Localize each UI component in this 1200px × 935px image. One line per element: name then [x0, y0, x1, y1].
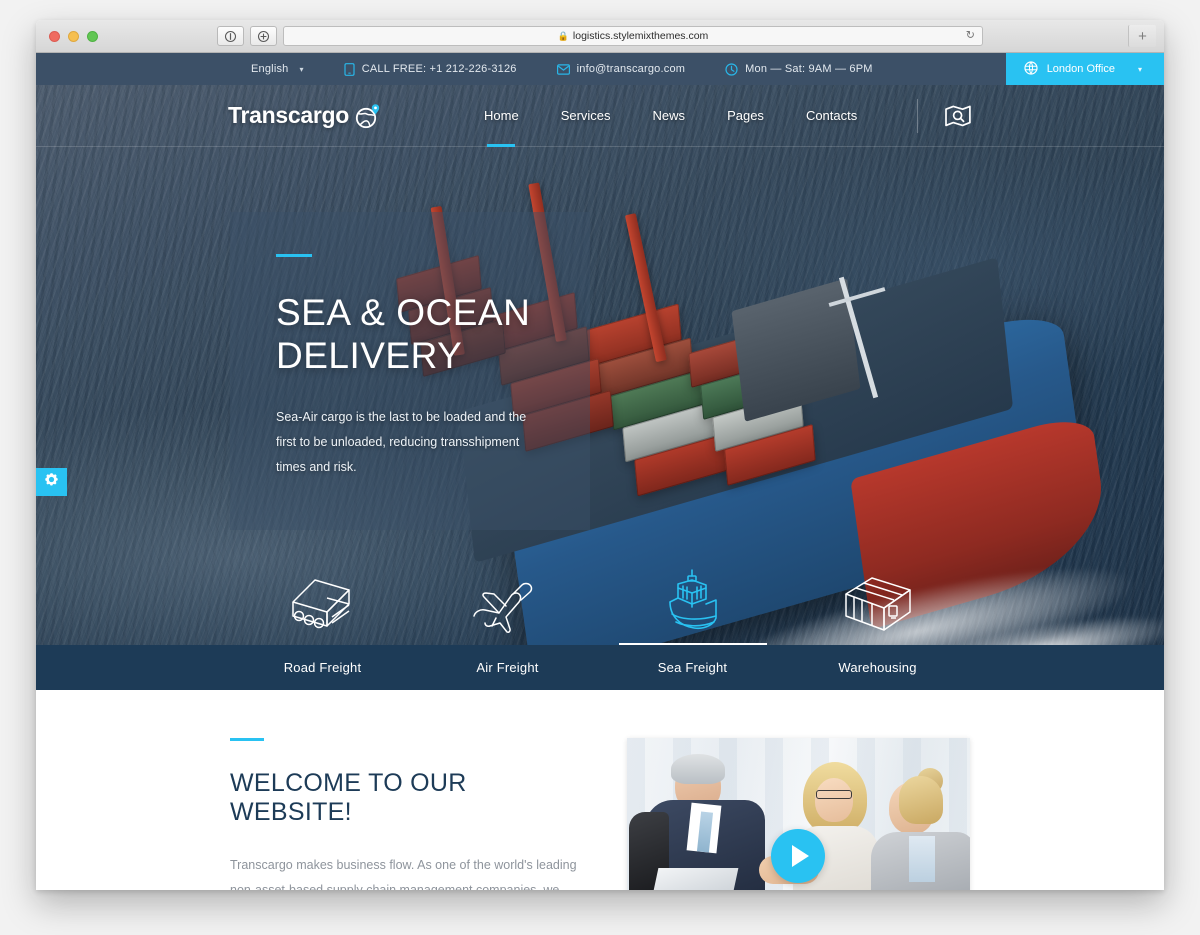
chevron-down-icon: ▾: [1137, 64, 1142, 74]
email-info[interactable]: info@transcargo.com: [537, 53, 706, 85]
hero-title: SEA & OCEAN DELIVERY: [276, 292, 531, 377]
lock-icon: 🔒: [557, 30, 569, 41]
service-icon-sea-freight[interactable]: [600, 545, 785, 645]
service-icon-warehousing[interactable]: [785, 545, 970, 645]
video-person-woman1-glasses: [815, 790, 852, 799]
welcome-paragraph: Transcargo makes business flow. As one o…: [230, 858, 577, 890]
clock-icon: [725, 62, 738, 76]
service-icon-road-freight[interactable]: [230, 545, 415, 645]
video-person-woman1-face: [814, 778, 853, 822]
service-tab-road-freight[interactable]: Road Freight: [230, 645, 415, 690]
site-logo[interactable]: Transcargo: [228, 101, 383, 131]
chevron-down-icon: ▾: [299, 64, 304, 74]
window-traffic-lights: [36, 30, 98, 42]
nav-item-services[interactable]: Services: [540, 85, 632, 147]
email-label: info@transcargo.com: [576, 63, 686, 75]
hero-section: Transcargo Home Services News Pages Cont…: [36, 85, 1164, 690]
video-person-woman2-shirt: [908, 836, 935, 882]
service-tab-warehousing[interactable]: Warehousing: [785, 645, 970, 690]
hours-info: Mon — Sat: 9AM — 6PM: [705, 53, 892, 85]
nav-item-home[interactable]: Home: [463, 85, 540, 147]
browser-chrome: 🔒 logistics.stylemixthemes.com ↻ +: [36, 20, 1164, 53]
office-selector[interactable]: London Office ▾: [1005, 53, 1164, 85]
play-icon: [792, 845, 810, 868]
browser-toolbar: 🔒 logistics.stylemixthemes.com ↻: [217, 26, 983, 46]
nav-item-pages[interactable]: Pages: [706, 85, 785, 147]
service-icons-row: [36, 545, 1164, 645]
nav-menu: Home Services News Pages Contacts: [463, 85, 878, 147]
sidebar-toggle-icon[interactable]: [217, 26, 244, 46]
theme-settings-button[interactable]: [36, 468, 67, 496]
nav-right-group: [917, 98, 972, 133]
video-person-woman2-hair: [898, 776, 943, 824]
office-label: London Office: [1046, 63, 1115, 75]
phone-info[interactable]: CALL FREE: +1 212-226-3126: [324, 53, 537, 85]
utility-topbar: English ▾ CALL FREE: +1 212-226-3126 inf…: [36, 53, 1164, 85]
minimize-window-button[interactable]: [68, 30, 79, 42]
ship-icon: [656, 566, 730, 639]
hero-accent-rule: [276, 254, 312, 257]
close-window-button[interactable]: [49, 30, 60, 42]
welcome-video-thumbnail[interactable]: [626, 738, 970, 890]
welcome-accent-rule: [230, 738, 264, 741]
maximize-window-button[interactable]: [87, 30, 98, 42]
hero-content-card: SEA & OCEAN DELIVERY Sea-Air cargo is th…: [230, 212, 590, 530]
language-label: English: [251, 63, 289, 75]
hours-label: Mon — Sat: 9AM — 6PM: [745, 63, 873, 75]
service-tab-air-freight[interactable]: Air Freight: [415, 645, 600, 690]
reload-icon[interactable]: ↻: [966, 30, 975, 42]
globe-pin-logo-icon: [353, 101, 383, 131]
browser-window: 🔒 logistics.stylemixthemes.com ↻ + Engli…: [36, 20, 1164, 890]
url-text: logistics.stylemixthemes.com: [572, 30, 709, 42]
phone-icon: [344, 62, 355, 76]
truck-icon: [285, 572, 361, 639]
hero-description: Sea-Air cargo is the last to be loaded a…: [276, 409, 527, 474]
airplane-icon: [468, 572, 548, 639]
play-video-button[interactable]: [771, 829, 826, 884]
add-tab-icon[interactable]: [250, 26, 277, 46]
envelope-icon: [556, 63, 570, 75]
video-laptop: [651, 868, 739, 890]
gear-icon: [44, 472, 59, 492]
nav-item-contacts[interactable]: Contacts: [785, 85, 878, 147]
nav-divider: [917, 98, 918, 133]
phone-label: CALL FREE: +1 212-226-3126: [361, 63, 517, 75]
service-tabs-bar: Road Freight Air Freight Sea Freight War…: [36, 645, 1164, 690]
main-navigation: Transcargo Home Services News Pages Cont…: [36, 85, 1164, 147]
service-tab-sea-freight[interactable]: Sea Freight: [600, 645, 785, 690]
welcome-section: WELCOME TO OUR WEBSITE! Transcargo makes…: [36, 690, 1164, 890]
video-person-man-hair: [670, 754, 725, 784]
service-icon-air-freight[interactable]: [415, 545, 600, 645]
logo-text: Transcargo: [228, 102, 349, 128]
globe-icon: [1024, 60, 1038, 78]
new-tab-button[interactable]: +: [1128, 25, 1156, 47]
warehouse-icon: [840, 572, 916, 639]
language-selector[interactable]: English ▾: [231, 53, 324, 85]
welcome-text-column: WELCOME TO OUR WEBSITE! Transcargo makes…: [230, 738, 583, 890]
map-search-icon[interactable]: [944, 104, 972, 128]
address-bar[interactable]: 🔒 logistics.stylemixthemes.com ↻: [283, 26, 983, 46]
nav-item-news[interactable]: News: [632, 85, 707, 147]
page-viewport: English ▾ CALL FREE: +1 212-226-3126 inf…: [36, 53, 1164, 890]
welcome-title: WELCOME TO OUR WEBSITE!: [230, 769, 467, 826]
